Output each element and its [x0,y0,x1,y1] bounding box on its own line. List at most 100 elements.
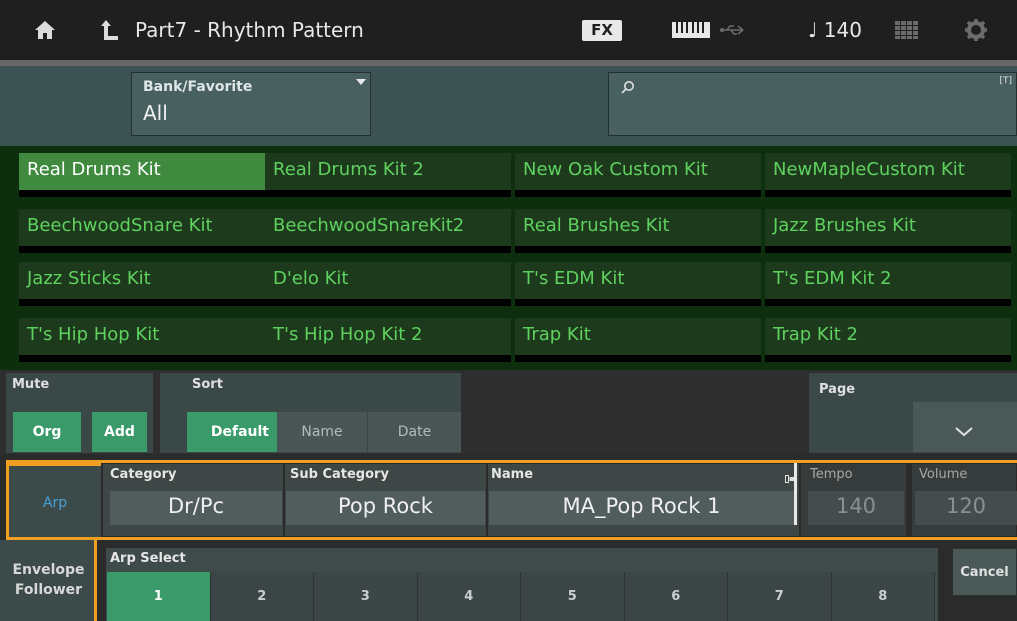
pattern-cell-label: NewMapleCustom Kit [773,159,965,180]
arp-select-button[interactable]: 5 [521,572,625,621]
sort-name-button[interactable]: Name [277,412,368,452]
cancel-button[interactable]: Cancel [952,548,1017,596]
arp-select-button[interactable]: 4 [417,572,521,621]
name-field-border [794,463,797,525]
pattern-cell-bar [19,355,265,362]
bank-favorite-label: Bank/Favorite [143,79,253,95]
search-icon [621,79,635,98]
pattern-cell-label: New Oak Custom Kit [523,159,708,180]
mute-label: Mute [12,377,50,392]
bank-favorite-value: All [143,101,168,125]
arp-select-button[interactable]: 2 [210,572,314,621]
pattern-cell[interactable]: Real Brushes Kit [515,209,761,253]
usb-icon [718,0,748,60]
focus-border [94,537,97,621]
keyboard-icon [668,0,714,60]
tab-arp[interactable]: Arp [6,463,101,540]
back-up-icon[interactable] [93,0,127,60]
tab-envelope-follower[interactable]: Envelope Follower [0,540,97,621]
pattern-cell[interactable]: NewMapleCustom Kit [765,153,1011,197]
pattern-cell-bar [765,299,1011,306]
arp-select-button[interactable]: 8 [831,572,935,621]
pattern-cell-label: Jazz Sticks Kit [27,268,151,289]
mute-org-button[interactable]: Org [13,412,81,452]
subcategory-value: Pop Rock [338,494,433,518]
tab-envelope-follower-line2: Follower [14,582,83,598]
pattern-cell-label: Real Drums Kit [27,159,161,180]
pattern-cell[interactable]: D'elo Kit [265,262,511,306]
pattern-cell-label: Trap Kit [523,324,591,345]
tempo-indicator[interactable]: ♩ 140 [808,0,862,60]
name-label: Name [491,467,534,482]
pattern-cell[interactable]: Jazz Brushes Kit [765,209,1011,253]
pattern-cell[interactable]: T's Hip Hop Kit [19,318,265,362]
category-value: Dr/Pc [167,494,225,518]
grid-icon[interactable] [893,0,921,60]
tempo-value: 140 [835,494,877,518]
arp-select-button[interactable]: 7 [728,572,832,621]
pattern-cell-bar [515,299,761,306]
subcategory-label: Sub Category [290,467,389,482]
pattern-cell[interactable]: Trap Kit 2 [765,318,1011,362]
page-label: Page [819,382,856,397]
sort-label: Sort [192,377,223,392]
pattern-cell-label: T's Hip Hop Kit [27,324,160,345]
chevron-down-icon [955,422,973,441]
pattern-cell-bar [765,246,1011,253]
page-title: Part7 - Rhythm Pattern [135,18,364,42]
pattern-cell-bar [19,190,265,197]
arp-select-button[interactable]: 6 [624,572,728,621]
arp-select-button[interactable]: 3 [314,572,418,621]
arp-select-label: Arp Select [110,551,186,566]
pattern-cell[interactable]: Real Drums Kit 2 [265,153,511,197]
pattern-cell[interactable]: T's Hip Hop Kit 2 [265,318,511,362]
tab-envelope-follower-line1: Envelope [12,562,85,578]
sort-default-button[interactable]: Default [187,412,277,452]
pattern-cell-label: Real Drums Kit 2 [273,159,424,180]
pattern-cell-bar [265,299,511,306]
pattern-cell[interactable]: New Oak Custom Kit [515,153,761,197]
pattern-cell-bar [19,246,265,253]
pattern-cell-bar [265,190,511,197]
pattern-cell[interactable]: T's EDM Kit [515,262,761,306]
pattern-cell-bar [19,299,265,306]
pattern-cell-label: Jazz Brushes Kit [773,215,916,236]
focus-border [97,537,1017,540]
search-input[interactable]: [T] [608,72,1017,136]
pattern-cell-bar [765,355,1011,362]
text-mode-badge: [T] [999,76,1012,86]
pattern-cell-bar [765,190,1011,197]
pattern-cell-label: BeechwoodSnare Kit [27,215,213,236]
pattern-cell[interactable]: Trap Kit [515,318,761,362]
pattern-cell-bar [515,190,761,197]
home-icon[interactable] [28,0,62,60]
pattern-cell-label: T's EDM Kit [523,268,625,289]
volume-value: 120 [945,494,987,518]
pattern-cell-label: D'elo Kit [273,268,349,289]
tempo-label: Tempo [810,467,853,482]
category-label: Category [110,467,177,482]
pattern-cell-bar [265,355,511,362]
pattern-cell-label: Real Brushes Kit [523,215,670,236]
sort-date-button[interactable]: Date [368,412,461,452]
pattern-cell[interactable]: T's EDM Kit 2 [765,262,1011,306]
pattern-cell-label: BeechwoodSnareKit2 [273,215,465,236]
pattern-cell[interactable]: BeechwoodSnare Kit [19,209,265,253]
pattern-cell-bar [515,355,761,362]
mute-add-button[interactable]: Add [92,412,147,452]
pattern-cell-label: Trap Kit 2 [773,324,858,345]
pattern-cell[interactable]: Jazz Sticks Kit [19,262,265,306]
fx-badge[interactable]: FX [582,20,622,41]
volume-label: Volume [919,467,968,482]
page-down-button[interactable] [913,402,1017,452]
pattern-cell-bar [265,246,511,253]
pattern-cell-label: T's Hip Hop Kit 2 [273,324,423,345]
dropdown-caret-icon [356,79,366,85]
arp-select-button[interactable]: 1 [107,572,211,621]
gear-icon[interactable] [961,0,991,60]
pattern-cell-bar [515,246,761,253]
pattern-cell[interactable]: BeechwoodSnareKit2 [265,209,511,253]
name-value: MA_Pop Rock 1 [562,494,721,518]
pattern-cell[interactable]: Real Drums Kit [19,153,265,197]
pattern-cell-label: T's EDM Kit 2 [773,268,892,289]
